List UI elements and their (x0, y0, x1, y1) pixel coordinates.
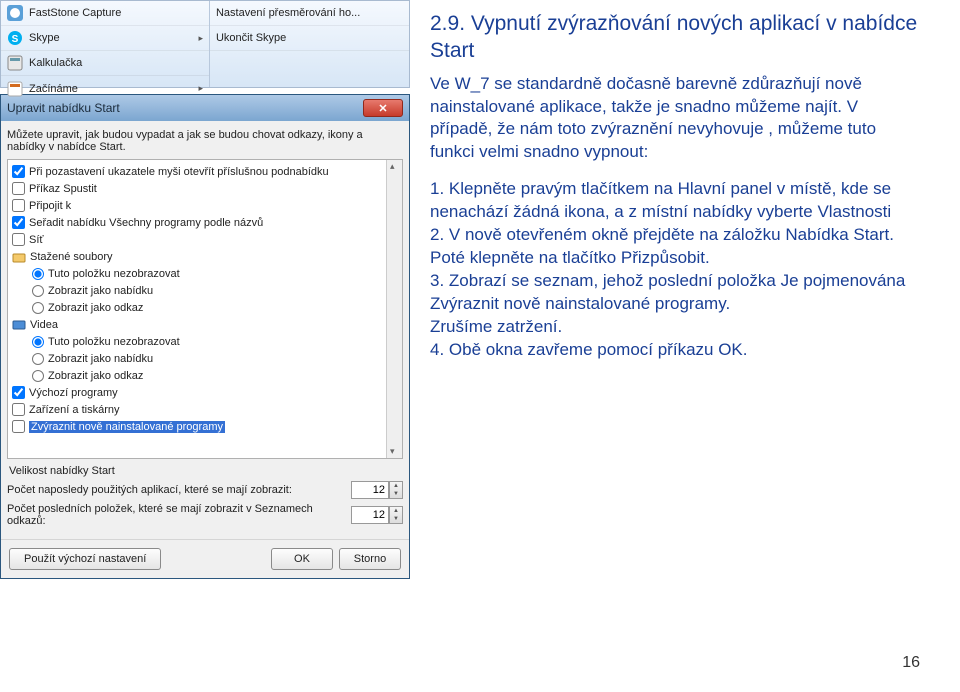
option-checkbox[interactable]: Při pozastavení ukazatele myši otevřít p… (10, 163, 400, 180)
checkbox[interactable] (12, 386, 25, 399)
article-step: 2. V nově otevřeném okně přejděte na zál… (430, 224, 920, 270)
tb-label: Ukončit Skype (216, 32, 286, 44)
option-radio[interactable]: Zobrazit jako nabídku (10, 282, 400, 299)
recent-apps-spinner[interactable]: ▲▼ (351, 481, 403, 499)
option-checkbox[interactable]: Výchozí programy (10, 384, 400, 401)
article-step: 3. Zobrazí se seznam, jehož poslední pol… (430, 270, 920, 316)
tb-label: Začínáme (29, 83, 78, 95)
app-strip: FastStone Capture S Skype ▸ Kalkulačka Z… (0, 0, 410, 88)
checkbox[interactable] (12, 420, 25, 433)
option-checkbox[interactable]: Připojit k (10, 197, 400, 214)
recent-links-spinner[interactable]: ▲▼ (351, 506, 403, 524)
tb-item-settings[interactable]: Nastavení přesměrování ho... (210, 1, 409, 26)
option-checkbox[interactable]: Seřadit nabídku Všechny programy podle n… (10, 214, 400, 231)
close-button[interactable]: ✕ (363, 99, 403, 117)
dialog-description: Můžete upravit, jak budou vypadat a jak … (7, 129, 403, 153)
video-icon (12, 318, 26, 332)
app-icon (7, 5, 23, 21)
article-step: 1. Klepněte pravým tlačítkem na Hlavní p… (430, 178, 920, 224)
option-checkbox[interactable]: Síť (10, 231, 400, 248)
option-radio[interactable]: Zobrazit jako odkaz (10, 367, 400, 384)
tb-item-starting[interactable]: Začínáme ▸ (1, 76, 209, 101)
checkbox[interactable] (12, 233, 25, 246)
recent-links-input[interactable] (351, 506, 389, 524)
options-list: Při pozastavení ukazatele myši otevřít p… (7, 159, 403, 459)
checkbox[interactable] (12, 216, 25, 229)
tb-label: FastStone Capture (29, 7, 121, 19)
edit-start-menu-dialog: Upravit nabídku Start ✕ Můžete upravit, … (0, 94, 410, 579)
dialog-title: Upravit nabídku Start (7, 101, 363, 115)
radio[interactable] (32, 285, 44, 297)
tb-item-faststone[interactable]: FastStone Capture (1, 1, 209, 26)
option-radio[interactable]: Tuto položku nezobrazovat (10, 265, 400, 282)
option-group: Stažené soubory (10, 248, 400, 265)
tb-item-quit-skype[interactable]: Ukončit Skype (210, 26, 409, 51)
article-step: 4. Obě okna zavřeme pomocí příkazu OK. (430, 339, 920, 362)
chevron-right-icon: ▸ (198, 33, 203, 44)
radio[interactable] (32, 302, 44, 314)
tb-item-calc[interactable]: Kalkulačka (1, 51, 209, 76)
folder-icon (12, 250, 26, 264)
radio[interactable] (32, 353, 44, 365)
article-step: Zrušíme zatržení. (430, 316, 920, 339)
option-radio[interactable]: Zobrazit jako nabídku (10, 350, 400, 367)
option-radio[interactable]: Zobrazit jako odkaz (10, 299, 400, 316)
tb-label: Nastavení přesměrování ho... (216, 7, 360, 19)
radio[interactable] (32, 370, 44, 382)
reset-defaults-button[interactable]: Použít výchozí nastavení (9, 548, 161, 570)
page-number: 16 (902, 654, 920, 672)
chevron-right-icon: ▸ (198, 83, 203, 94)
checkbox[interactable] (12, 182, 25, 195)
option-checkbox[interactable]: Zařízení a tiskárny (10, 401, 400, 418)
article: 2.9. Vypnutí zvýrazňování nových aplikac… (410, 0, 950, 579)
cancel-button[interactable]: Storno (339, 548, 401, 570)
svg-text:S: S (12, 34, 19, 45)
scrollbar[interactable] (386, 160, 402, 458)
checkbox[interactable] (12, 403, 25, 416)
tb-item-skype[interactable]: S Skype ▸ (1, 26, 209, 51)
recent-links-label: Počet posledních položek, které se mají … (7, 503, 345, 527)
recent-apps-label: Počet naposledy použitých aplikací, kter… (7, 484, 345, 496)
tb-label: Skype (29, 32, 60, 44)
article-intro: Ve W_7 se standardně dočasně barevně zdů… (430, 73, 920, 165)
tb-label: Kalkulačka (29, 57, 82, 69)
option-checkbox[interactable]: Příkaz Spustit (10, 180, 400, 197)
ok-button[interactable]: OK (271, 548, 333, 570)
checkbox[interactable] (12, 165, 25, 178)
spinner-buttons[interactable]: ▲▼ (389, 506, 403, 524)
size-section-label: Velikost nabídky Start (9, 465, 403, 477)
start-icon (7, 81, 23, 97)
radio[interactable] (32, 336, 44, 348)
skype-icon: S (7, 30, 23, 46)
radio[interactable] (32, 268, 44, 280)
option-group: Videa (10, 316, 400, 333)
recent-apps-input[interactable] (351, 481, 389, 499)
option-radio[interactable]: Tuto položku nezobrazovat (10, 333, 400, 350)
calc-icon (7, 55, 23, 71)
option-checkbox-highlighted[interactable]: Zvýraznit nově nainstalované programy (10, 418, 400, 435)
checkbox[interactable] (12, 199, 25, 212)
spinner-buttons[interactable]: ▲▼ (389, 481, 403, 499)
article-heading: 2.9. Vypnutí zvýrazňování nových aplikac… (430, 10, 920, 65)
